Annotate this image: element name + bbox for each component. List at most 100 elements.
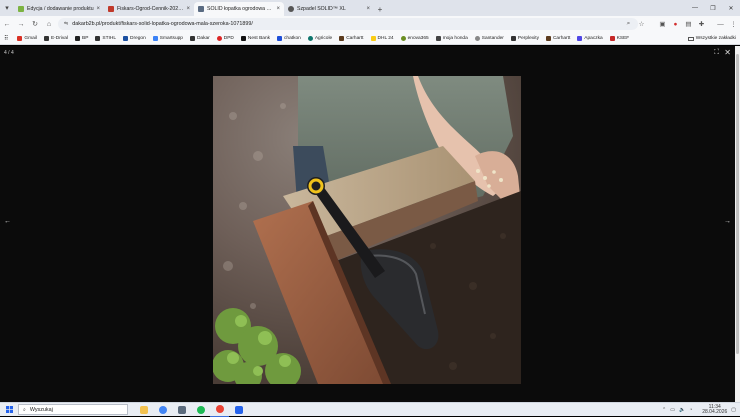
minimize-icon[interactable]: — <box>686 0 704 16</box>
bookmark-favicon <box>189 35 195 41</box>
bookmark-favicon <box>43 35 49 41</box>
close-icon[interactable]: × <box>96 6 100 12</box>
chrome-profile-icon[interactable] <box>210 403 229 417</box>
windows-start-icon[interactable] <box>0 403 18 417</box>
bookmark-favicon <box>510 35 516 41</box>
bookmark-item[interactable]: Smartsupp <box>152 35 183 41</box>
bookmark-item[interactable]: Gmail <box>17 35 37 41</box>
calculator-icon[interactable] <box>172 403 191 417</box>
bookmark-item[interactable]: Carhartt <box>339 35 364 41</box>
tab-label: Fiskars-Ogrod-Cennik-2026.pdf <box>117 6 185 12</box>
bookmark-item[interactable]: DHL 24 <box>370 35 394 41</box>
search-placeholder: Wyszukaj <box>29 406 53 413</box>
bookmark-item[interactable]: enova365 <box>400 35 429 41</box>
home-icon[interactable]: ⌂ <box>42 16 56 32</box>
extension-icon[interactable]: ▣ <box>656 16 669 32</box>
opera-extension-icon[interactable]: ● <box>669 16 682 32</box>
notifications-icon[interactable]: ▢ <box>731 407 736 413</box>
scrollbar-thumb[interactable] <box>736 54 739 354</box>
chevron-up-icon[interactable]: ⌃ <box>662 407 666 413</box>
tab-strip: ▾ Edycja / dodawanie produktu × Fiskars-… <box>0 0 740 16</box>
bookmark-item[interactable]: Carhartt <box>545 35 570 41</box>
page-scrollbar[interactable] <box>735 46 740 402</box>
clock-date: 28.04.2026 <box>702 409 728 415</box>
bookmark-favicon <box>435 35 441 41</box>
bookmark-item[interactable]: Perplexity <box>510 35 539 41</box>
bookmark-item[interactable]: Nest Bank <box>240 35 270 41</box>
tab-label: Szpadel SOLID™ XL <box>297 6 346 12</box>
toolbar-actions: ⌕ ☆ ▣ ● ▤ ✚ — ⋮ <box>622 16 740 32</box>
clock[interactable]: 11:34 28.04.2026 <box>698 404 728 416</box>
close-icon[interactable]: × <box>276 6 280 12</box>
browser-toolbar: ← → ↻ ⌂ ⇋ dakarb2b.pl/produkt/fiskars-so… <box>0 16 740 32</box>
close-icon[interactable]: × <box>186 6 190 12</box>
bookmark-item[interactable]: BP <box>75 35 88 41</box>
site-info-icon[interactable]: ⇋ <box>64 21 68 27</box>
bookmark-favicon <box>400 35 406 41</box>
bookmark-favicon <box>123 35 129 41</box>
image-lightbox: 4 / 4 ⛶ ✕ ← → <box>0 46 735 402</box>
close-icon[interactable]: × <box>366 6 370 12</box>
bookmark-item[interactable]: Apaczka <box>577 35 603 41</box>
battery-icon[interactable]: ▭ <box>670 407 675 413</box>
bookmark-item[interactable]: E-Drival <box>43 35 68 41</box>
tab-3[interactable]: Szpadel SOLID™ XL × <box>284 2 374 16</box>
tab-label: Edycja / dodawanie produktu <box>27 6 94 12</box>
bookmark-item[interactable]: Agricole <box>307 35 332 41</box>
zoom-icon[interactable]: ⌕ <box>622 16 635 32</box>
bookmark-favicon <box>370 35 376 41</box>
fullscreen-icon[interactable]: ⛶ <box>714 49 719 57</box>
reload-icon[interactable]: ↻ <box>28 16 42 32</box>
close-window-icon[interactable]: ✕ <box>722 0 740 16</box>
bookmark-item[interactable]: Dregon <box>123 35 146 41</box>
snipping-tool-icon[interactable] <box>229 403 248 417</box>
bookmark-favicon <box>339 35 345 41</box>
tab-favicon <box>288 6 294 12</box>
bookmark-item[interactable]: moja honda <box>435 35 468 41</box>
tab-favicon <box>198 6 204 12</box>
chrome-icon[interactable] <box>153 403 172 417</box>
network-icon[interactable]: ◔ <box>689 407 692 413</box>
bookmark-item[interactable]: KSEF <box>609 35 629 41</box>
speaker-icon[interactable]: 🔈 <box>679 407 685 413</box>
bookmark-star-icon[interactable]: ☆ <box>635 16 648 32</box>
forward-icon[interactable]: → <box>14 16 28 32</box>
all-bookmarks-folder[interactable]: Wszystkie zakładki <box>687 32 736 45</box>
tab-2-active[interactable]: SOLID łopatka ogrodowa mała × <box>194 2 284 16</box>
bookmark-favicon <box>474 35 480 41</box>
pdf-icon <box>108 6 114 12</box>
system-tray: ⌃ ▭ 🔈 ◔ 11:34 28.04.2026 ▢ <box>658 403 736 417</box>
windows-taskbar: ⌕ Wyszukaj ⌃ ▭ 🔈 ◔ 11:34 28.04.2026 ▢ <box>0 402 740 417</box>
tab-search-icon[interactable]: ▾ <box>0 0 14 16</box>
apps-grid-icon[interactable]: ⠿ <box>4 35 8 42</box>
bookmark-item[interactable]: DPD <box>216 35 234 41</box>
taskbar-search-input[interactable]: ⌕ Wyszukaj <box>18 404 128 415</box>
close-lightbox-icon[interactable]: ✕ <box>724 48 731 57</box>
next-arrow-icon[interactable]: → <box>724 218 731 225</box>
bookmark-favicon <box>216 35 222 41</box>
bookmark-item[interactable]: Dakar <box>189 35 210 41</box>
bookmark-favicon <box>95 35 101 41</box>
bookmark-item[interactable]: chatkon <box>277 35 301 41</box>
maximize-icon[interactable]: ❐ <box>704 0 722 16</box>
tab-0[interactable]: Edycja / dodawanie produktu × <box>14 2 104 16</box>
bookmark-favicon <box>307 35 313 41</box>
folder-icon <box>687 36 694 41</box>
bookmark-item[interactable]: STIHL <box>95 35 116 41</box>
profile-icon[interactable]: — <box>714 16 727 32</box>
menu-icon[interactable]: ⋮ <box>727 16 740 32</box>
prev-arrow-icon[interactable]: ← <box>4 218 11 225</box>
bookmark-favicon <box>277 35 283 41</box>
bookmark-favicon <box>609 35 615 41</box>
bookmark-favicon <box>240 35 246 41</box>
bookmark-item[interactable]: Santander <box>474 35 504 41</box>
extension-icon-2[interactable]: ▤ <box>682 16 695 32</box>
address-bar[interactable]: ⇋ dakarb2b.pl/produkt/fiskars-solid-lopa… <box>58 18 638 30</box>
bookmark-favicon <box>75 35 80 41</box>
back-icon[interactable]: ← <box>0 16 14 32</box>
new-tab-button[interactable]: + <box>374 2 386 16</box>
spotify-icon[interactable] <box>191 403 210 417</box>
tab-1[interactable]: Fiskars-Ogrod-Cennik-2026.pdf × <box>104 2 194 16</box>
extensions-puzzle-icon[interactable]: ✚ <box>695 16 708 32</box>
file-explorer-icon[interactable] <box>134 403 153 417</box>
